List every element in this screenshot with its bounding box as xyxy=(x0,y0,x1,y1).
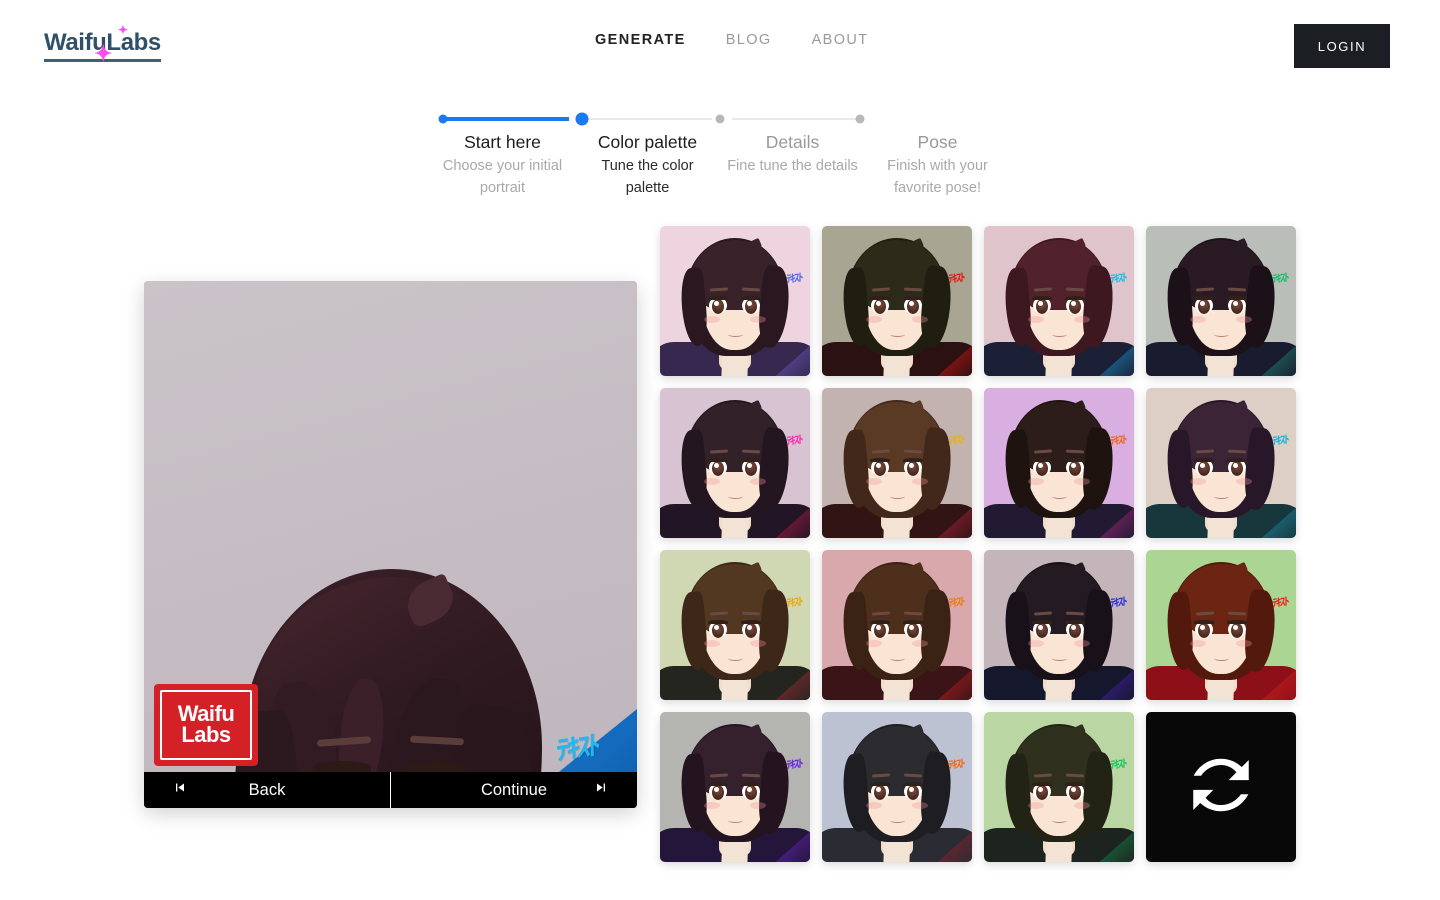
stepper-labels: Start here Choose your initial portrait … xyxy=(430,130,1010,199)
site-logo[interactable]: WaifuLabs ✦ ✦ xyxy=(44,24,161,65)
portrait-watermark-glyph: ﾃｷｽﾄ xyxy=(556,729,598,768)
stepper-dot-2[interactable] xyxy=(575,112,589,126)
thumbnail-watermark-glyph: ﾃｷｽﾄ xyxy=(1110,594,1126,611)
thumbnail-image: ﾃｷｽﾄ xyxy=(1146,550,1296,700)
palette-thumbnail[interactable]: ﾃｷｽﾄ xyxy=(984,226,1134,376)
palette-thumbnail[interactable]: ﾃｷｽﾄ xyxy=(822,226,972,376)
step-start-here[interactable]: Start here Choose your initial portrait xyxy=(430,130,575,199)
step-description: Choose your initial portrait xyxy=(442,158,563,196)
skip-previous-icon xyxy=(172,780,188,801)
thumbnail-watermark-glyph: ﾃｷｽﾄ xyxy=(786,594,802,611)
thumbnail-image: ﾃｷｽﾄ xyxy=(660,550,810,700)
step-pose[interactable]: Pose Finish with your favorite pose! xyxy=(865,130,1010,199)
thumbnail-image: ﾃｷｽﾄ xyxy=(1146,226,1296,376)
thumbnail-watermark-glyph: ﾃｷｽﾄ xyxy=(1272,432,1288,449)
nav-item-blog[interactable]: BLOG xyxy=(726,32,772,48)
thumbnail-image: ﾃｷｽﾄ xyxy=(822,550,972,700)
back-button[interactable]: Back xyxy=(144,772,391,808)
step-description: Finish with your favorite pose! xyxy=(887,158,988,196)
refresh-palette-button[interactable] xyxy=(1146,712,1296,862)
progress-stepper: Start here Choose your initial portrait … xyxy=(430,108,1010,208)
stepper-dot-4[interactable] xyxy=(855,114,865,124)
main-navigation: GENERATE BLOG ABOUT xyxy=(595,32,869,48)
palette-thumbnail[interactable]: ﾃｷｽﾄ xyxy=(1146,226,1296,376)
stepper-dot-3[interactable] xyxy=(715,114,725,124)
login-button[interactable]: LOGIN xyxy=(1294,24,1390,68)
step-color-palette[interactable]: Color palette Tune the color palette xyxy=(575,130,720,199)
thumbnail-image: ﾃｷｽﾄ xyxy=(822,712,972,862)
step-description: Tune the color palette xyxy=(601,158,694,196)
site-header: WaifuLabs ✦ ✦ GENERATE BLOG ABOUT LOGIN xyxy=(0,0,1440,88)
palette-thumbnail[interactable]: ﾃｷｽﾄ xyxy=(660,226,810,376)
thumbnail-watermark-glyph: ﾃｷｽﾄ xyxy=(786,756,802,773)
back-button-label: Back xyxy=(248,780,286,799)
thumbnail-image: ﾃｷｽﾄ xyxy=(660,712,810,862)
thumbnail-image: ﾃｷｽﾄ xyxy=(984,388,1134,538)
thumbnail-watermark-glyph: ﾃｷｽﾄ xyxy=(1110,270,1126,287)
selected-portrait-card: ﾃｷｽﾄ Waifu Labs Back Continue xyxy=(144,281,637,808)
thumbnail-watermark-glyph: ﾃｷｽﾄ xyxy=(948,270,964,287)
step-title: Pose xyxy=(917,132,958,152)
stepper-dot-1[interactable] xyxy=(438,114,448,124)
continue-button[interactable]: Continue xyxy=(391,772,637,808)
step-title: Details xyxy=(765,132,820,152)
nav-item-generate[interactable]: GENERATE xyxy=(595,32,686,48)
thumbnail-image: ﾃｷｽﾄ xyxy=(660,388,810,538)
thumbnail-image: ﾃｷｽﾄ xyxy=(660,226,810,376)
portrait-action-bar: Back Continue xyxy=(144,772,637,808)
step-title: Color palette xyxy=(597,132,698,152)
palette-thumbnail[interactable]: ﾃｷｽﾄ xyxy=(660,550,810,700)
thumbnail-image: ﾃｷｽﾄ xyxy=(822,226,972,376)
skip-next-icon xyxy=(593,780,609,801)
palette-thumbnail[interactable]: ﾃｷｽﾄ xyxy=(984,388,1134,538)
palette-thumbnail[interactable]: ﾃｷｽﾄ xyxy=(822,712,972,862)
nav-item-about[interactable]: ABOUT xyxy=(812,32,869,48)
palette-thumbnail[interactable]: ﾃｷｽﾄ xyxy=(660,712,810,862)
thumbnail-watermark-glyph: ﾃｷｽﾄ xyxy=(1272,270,1288,287)
thumbnail-watermark-glyph: ﾃｷｽﾄ xyxy=(948,756,964,773)
palette-thumbnail[interactable]: ﾃｷｽﾄ xyxy=(660,388,810,538)
stepper-segment-1 xyxy=(444,117,569,121)
thumbnail-image: ﾃｷｽﾄ xyxy=(984,226,1134,376)
thumbnail-watermark-glyph: ﾃｷｽﾄ xyxy=(1272,594,1288,611)
thumbnail-image: ﾃｷｽﾄ xyxy=(822,388,972,538)
thumbnail-watermark-glyph: ﾃｷｽﾄ xyxy=(1110,432,1126,449)
palette-thumbnail[interactable]: ﾃｷｽﾄ xyxy=(1146,550,1296,700)
thumbnail-watermark-glyph: ﾃｷｽﾄ xyxy=(948,432,964,449)
thumbnail-watermark-glyph: ﾃｷｽﾄ xyxy=(1110,756,1126,773)
step-details[interactable]: Details Fine tune the details xyxy=(720,130,865,199)
logo-text: WaifuLabs xyxy=(44,29,161,56)
refresh-icon xyxy=(1184,748,1258,827)
thumbnail-image: ﾃｷｽﾄ xyxy=(1146,388,1296,538)
stepper-segment-2 xyxy=(587,118,712,120)
stepper-rail xyxy=(430,108,1010,130)
palette-thumbnail[interactable]: ﾃｷｽﾄ xyxy=(822,550,972,700)
color-palette-grid: ﾃｷｽﾄ ﾃｷｽﾄ ﾃｷｽﾄ ﾃｷｽﾄ ﾃｷｽﾄ ﾃｷｽﾄ ﾃｷｽﾄ ﾃｷｽﾄ ﾃｷｽﾄ ﾃｷｽﾄ… xyxy=(660,226,1296,862)
thumbnail-watermark-glyph: ﾃｷｽﾄ xyxy=(786,270,802,287)
thumbnail-image: ﾃｷｽﾄ xyxy=(984,550,1134,700)
step-title: Start here xyxy=(464,132,541,152)
palette-thumbnail[interactable]: ﾃｷｽﾄ xyxy=(984,550,1134,700)
palette-thumbnail[interactable]: ﾃｷｽﾄ xyxy=(1146,388,1296,538)
stepper-segment-3 xyxy=(732,118,857,120)
palette-thumbnail[interactable]: ﾃｷｽﾄ xyxy=(822,388,972,538)
waifulabs-watermark-badge: Waifu Labs xyxy=(154,684,258,766)
thumbnail-watermark-glyph: ﾃｷｽﾄ xyxy=(786,432,802,449)
step-description: Fine tune the details xyxy=(727,158,858,174)
thumbnail-image: ﾃｷｽﾄ xyxy=(984,712,1134,862)
thumbnail-watermark-glyph: ﾃｷｽﾄ xyxy=(948,594,964,611)
palette-thumbnail[interactable]: ﾃｷｽﾄ xyxy=(984,712,1134,862)
continue-button-label: Continue xyxy=(480,780,548,799)
watermark-line-2: Labs xyxy=(181,722,231,747)
